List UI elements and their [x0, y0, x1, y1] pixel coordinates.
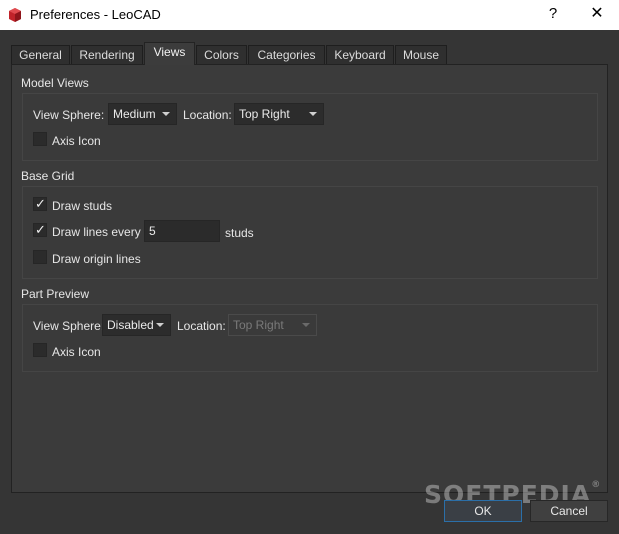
draw-lines-checkbox[interactable]: ✓ [33, 222, 47, 237]
title-bar: Preferences - LeoCAD ? ✕ [0, 0, 619, 30]
model-views-title: Model Views [21, 76, 89, 90]
base-grid-title: Base Grid [21, 169, 75, 183]
help-button[interactable]: ? [542, 3, 564, 25]
tab-rendering[interactable]: Rendering [71, 45, 143, 65]
studs-unit-label: studs [225, 226, 254, 240]
tab-categories[interactable]: Categories [248, 45, 325, 65]
tab-colors[interactable]: Colors [196, 45, 247, 65]
model-location-label: Location: [183, 108, 232, 122]
registered-mark: ® [591, 480, 602, 490]
cancel-button[interactable]: Cancel [530, 500, 608, 522]
checkmark-icon: ✓ [35, 222, 46, 237]
model-view-sphere-value: Medium [113, 107, 156, 121]
chevron-down-icon [162, 112, 170, 116]
model-view-sphere-combo[interactable]: Medium [108, 103, 177, 125]
model-axis-icon-label: Axis Icon [52, 134, 101, 148]
preview-location-combo[interactable]: Top Right [228, 314, 317, 336]
tab-general[interactable]: General [11, 45, 70, 65]
draw-origin-label: Draw origin lines [52, 252, 141, 266]
tab-mouse[interactable]: Mouse [395, 45, 447, 65]
draw-lines-label: Draw lines every [52, 225, 141, 239]
chevron-down-icon [302, 323, 310, 327]
preview-axis-icon-checkbox[interactable] [33, 343, 47, 357]
model-location-combo[interactable]: Top Right [234, 103, 324, 125]
ok-button[interactable]: OK [444, 500, 522, 522]
draw-origin-checkbox[interactable] [33, 250, 47, 264]
chevron-down-icon [309, 112, 317, 116]
preview-view-sphere-value: Disabled [107, 318, 154, 332]
preview-location-label: Location: [177, 319, 226, 333]
model-axis-icon-checkbox[interactable] [33, 132, 47, 146]
preview-location-value: Top Right [233, 318, 284, 332]
leocad-brick-icon [9, 8, 21, 22]
model-location-value: Top Right [239, 107, 290, 121]
window-title: Preferences - LeoCAD [30, 7, 161, 22]
grid-lines-spinbox[interactable]: 5 [144, 220, 220, 242]
part-preview-title: Part Preview [21, 287, 90, 301]
tab-keyboard[interactable]: Keyboard [326, 45, 394, 65]
preview-axis-icon-label: Axis Icon [52, 345, 101, 359]
preview-view-sphere-combo[interactable]: Disabled [102, 314, 171, 336]
draw-studs-label: Draw studs [52, 199, 113, 213]
preview-view-sphere-label: View Sphere: [33, 319, 105, 333]
chevron-down-icon [156, 323, 164, 327]
draw-studs-checkbox[interactable]: ✓ [33, 196, 47, 211]
tab-views[interactable]: Views [144, 42, 195, 65]
checkmark-icon: ✓ [35, 196, 46, 211]
close-button[interactable]: ✕ [586, 3, 608, 25]
views-tab-panel: Model Views View Sphere: Medium Location… [11, 64, 608, 493]
model-view-sphere-label: View Sphere: [33, 108, 105, 122]
